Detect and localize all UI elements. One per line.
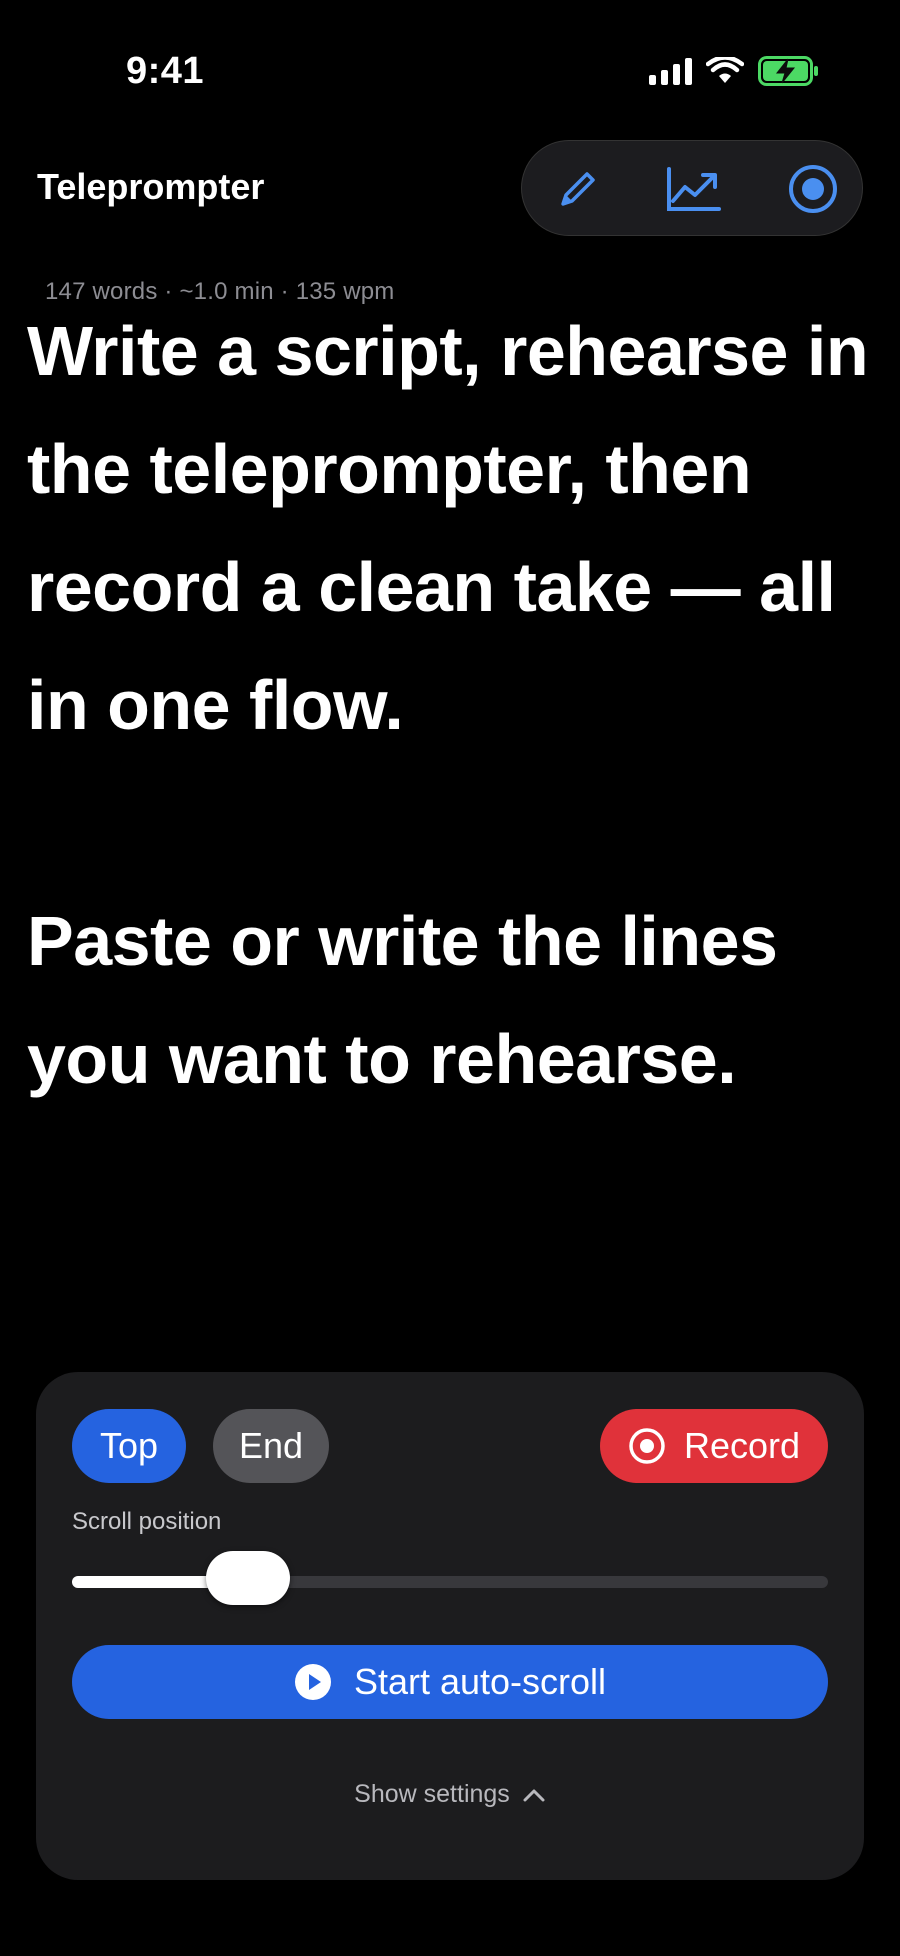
teleprompter-screen: 9:41 Teleprompter 147 words · ~1.0 min ·… [0,0,900,1956]
teleprompter-script[interactable]: Write a script, rehearse in the teleprom… [27,292,887,1332]
header-toolbar [521,140,863,236]
record-circle-icon [789,165,837,213]
chart-trend-icon [667,167,721,211]
edit-script-button[interactable] [546,157,610,221]
record-mode-button[interactable] [781,157,845,221]
scroll-position-slider[interactable] [72,1551,828,1605]
scroll-position-label: Scroll position [72,1508,222,1535]
wifi-icon [706,57,744,83]
script-paragraph: Write a script, rehearse in the teleprom… [27,312,869,744]
show-settings-toggle[interactable]: Show settings [36,1780,864,1809]
record-icon [629,1428,665,1464]
play-circle-icon [294,1664,331,1700]
show-settings-label: Show settings [354,1780,510,1808]
stats-button[interactable] [661,157,725,221]
scroll-end-button[interactable]: End [213,1409,329,1483]
script-paragraph: Paste or write the lines you want to reh… [27,902,778,1098]
status-time: 9:41 [126,50,205,92]
scroll-top-button[interactable]: Top [72,1409,186,1483]
autoscroll-label: Start auto-scroll [353,1661,607,1702]
cellular-signal-icon [649,57,692,85]
control-panel: Top End Record Scroll position Start aut… [36,1372,864,1880]
slider-thumb[interactable] [206,1551,291,1605]
record-label: Record [683,1425,801,1466]
start-autoscroll-button[interactable]: Start auto-scroll [72,1645,828,1719]
chevron-up-icon [523,1789,545,1801]
status-icons [649,56,820,86]
pencil-icon [561,172,595,206]
record-button[interactable]: Record [600,1409,828,1483]
battery-charging-icon [758,56,818,86]
app-title: Teleprompter [37,166,265,207]
